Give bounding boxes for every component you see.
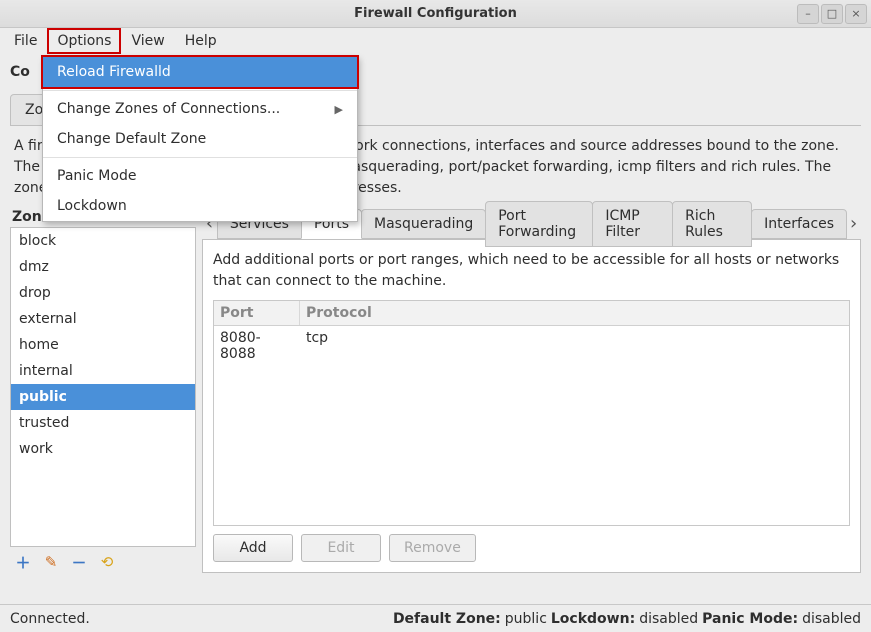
ports-table-header: Port Protocol xyxy=(214,301,849,326)
zone-item-home[interactable]: home xyxy=(11,332,195,358)
cell-port: 8080-8088 xyxy=(214,326,300,366)
status-default-zone-label: Default Zone: xyxy=(393,611,501,627)
status-default-zone-value: public xyxy=(505,611,547,627)
zone-item-drop[interactable]: drop xyxy=(11,280,195,306)
zone-edit-button[interactable]: ✎ xyxy=(42,553,60,571)
table-row[interactable]: 8080-8088 tcp xyxy=(214,326,849,366)
col-protocol[interactable]: Protocol xyxy=(300,301,849,325)
options-panic-mode[interactable]: Panic Mode xyxy=(43,161,357,191)
zone-list[interactable]: block dmz drop external home internal pu… xyxy=(10,227,196,547)
zone-toolbar: ＋ ✎ － ⟲ xyxy=(10,547,196,573)
options-dropdown: Reload Firewalld Change Zones of Connect… xyxy=(42,56,358,222)
zone-item-work[interactable]: work xyxy=(11,436,195,462)
options-lockdown[interactable]: Lockdown xyxy=(43,191,357,221)
tabs-scroll-right[interactable]: › xyxy=(846,213,861,234)
statusbar: Connected. Default Zone: public Lockdown… xyxy=(0,604,871,632)
right-column: ‹ Services Ports Masquerading Port Forwa… xyxy=(202,207,861,573)
add-button[interactable]: Add xyxy=(213,534,293,562)
zone-column: Zone block dmz drop external home intern… xyxy=(10,207,196,573)
remove-button[interactable]: Remove xyxy=(389,534,476,562)
cell-protocol: tcp xyxy=(300,326,849,366)
status-lockdown-value: disabled xyxy=(639,611,698,627)
status-connected: Connected. xyxy=(10,611,90,627)
col-port[interactable]: Port xyxy=(214,301,300,325)
zone-item-external[interactable]: external xyxy=(11,306,195,332)
status-right: Default Zone: public Lockdown: disabled … xyxy=(393,611,861,627)
status-panic-label: Panic Mode: xyxy=(702,611,798,627)
zone-item-block[interactable]: block xyxy=(11,228,195,254)
status-lockdown-label: Lockdown: xyxy=(551,611,635,627)
menu-separator xyxy=(43,90,357,91)
tab-interfaces[interactable]: Interfaces xyxy=(751,209,847,239)
options-change-zones-connections[interactable]: Change Zones of Connections... ▶ xyxy=(43,94,357,124)
edit-button[interactable]: Edit xyxy=(301,534,381,562)
zone-item-dmz[interactable]: dmz xyxy=(11,254,195,280)
zone-add-button[interactable]: ＋ xyxy=(14,553,32,571)
options-reload-firewalld[interactable]: Reload Firewalld xyxy=(41,55,359,89)
menu-view[interactable]: View xyxy=(121,28,174,54)
ports-buttons: Add Edit Remove xyxy=(213,526,850,562)
options-change-zones-connections-label: Change Zones of Connections... xyxy=(57,101,280,117)
menubar: File Options View Help xyxy=(0,28,871,54)
tab-rich-rules[interactable]: Rich Rules xyxy=(672,201,752,247)
menu-separator xyxy=(43,157,357,158)
zone-remove-button[interactable]: － xyxy=(70,553,88,571)
main-grid: Zone block dmz drop external home intern… xyxy=(10,207,861,577)
tab-masquerading[interactable]: Masquerading xyxy=(361,209,486,239)
ports-panel: Add additional ports or port ranges, whi… xyxy=(202,239,861,573)
status-panic-value: disabled xyxy=(802,611,861,627)
zone-defaults-button[interactable]: ⟲ xyxy=(98,553,116,571)
window-title: Firewall Configuration xyxy=(0,6,871,21)
ports-table: Port Protocol 8080-8088 tcp xyxy=(213,300,850,526)
chevron-right-icon: ▶ xyxy=(335,103,343,116)
titlebar: Firewall Configuration – □ × xyxy=(0,0,871,28)
options-change-default-zone[interactable]: Change Default Zone xyxy=(43,124,357,154)
menu-options[interactable]: Options xyxy=(47,28,121,54)
menu-file[interactable]: File xyxy=(4,28,47,54)
menu-help[interactable]: Help xyxy=(175,28,227,54)
tab-icmp-filter[interactable]: ICMP Filter xyxy=(592,201,673,247)
zone-item-internal[interactable]: internal xyxy=(11,358,195,384)
zone-item-public[interactable]: public xyxy=(11,384,195,410)
ports-description: Add additional ports or port ranges, whi… xyxy=(213,250,850,292)
zone-item-trusted[interactable]: trusted xyxy=(11,410,195,436)
tab-port-forwarding[interactable]: Port Forwarding xyxy=(485,201,593,247)
